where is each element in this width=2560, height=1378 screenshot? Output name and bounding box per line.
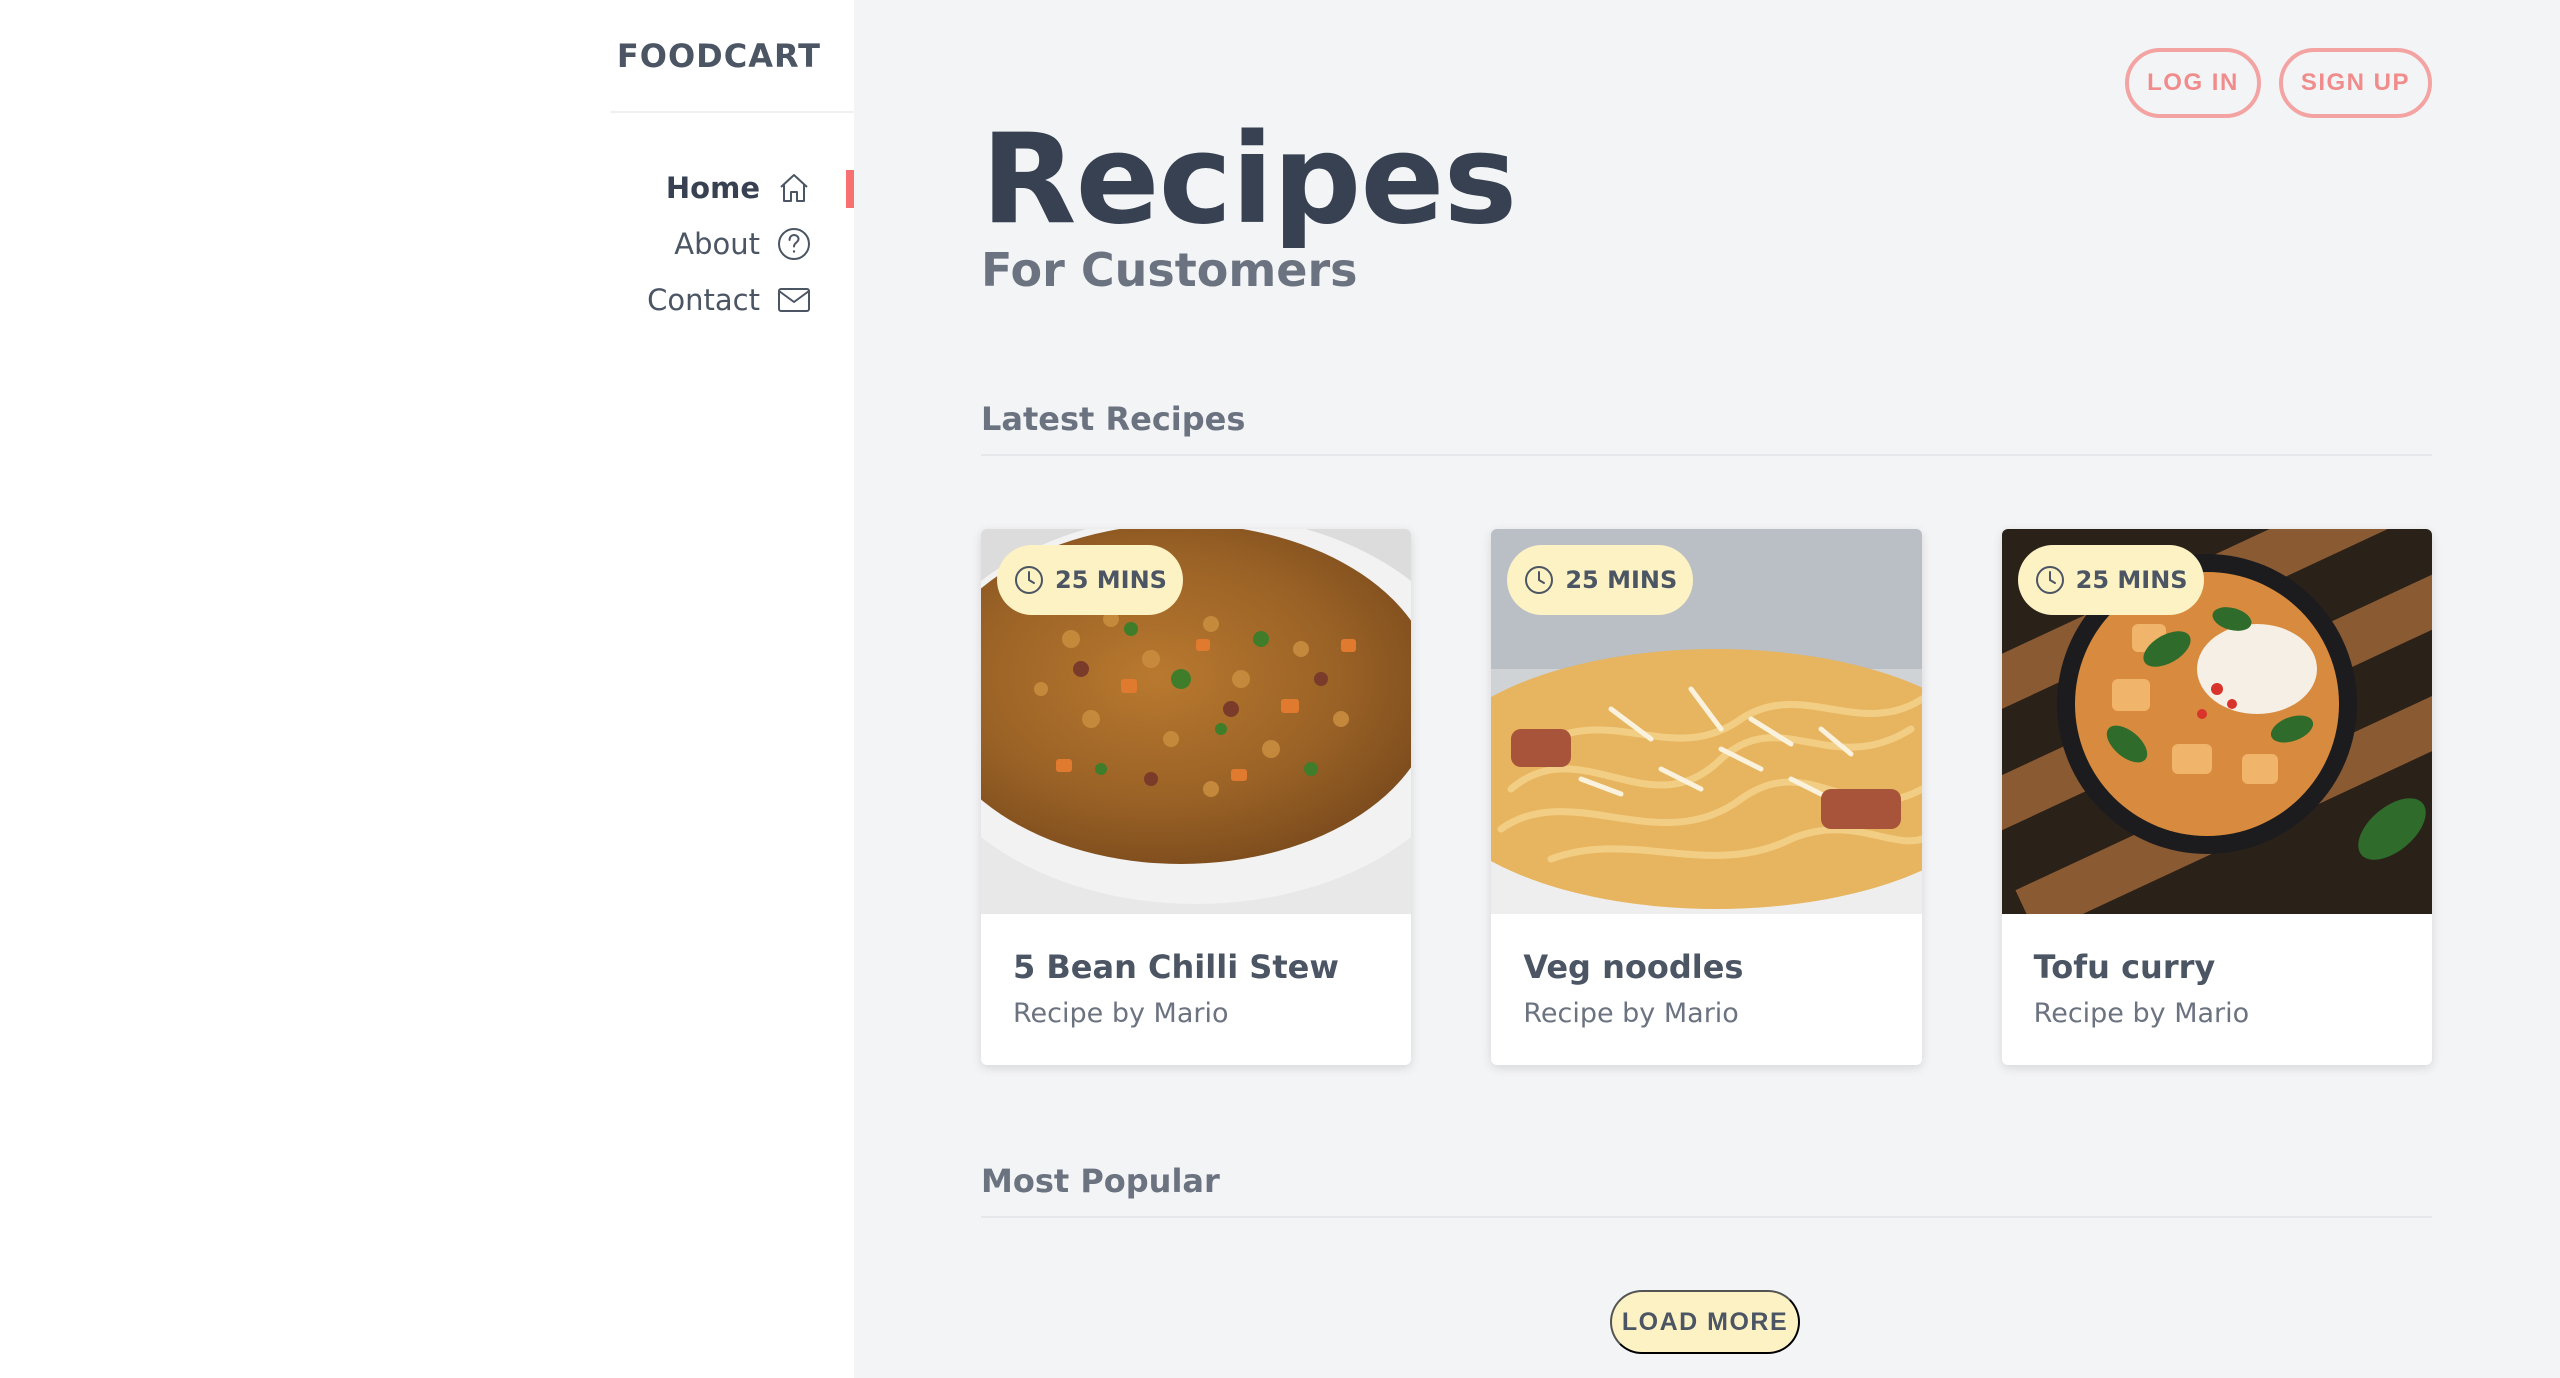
recipe-card[interactable]: 25 MINS Tofu curry Recipe by Mario: [2001, 529, 2432, 1065]
cook-time-badge: 25 MINS: [997, 545, 1183, 615]
recipe-title: Tofu curry: [2033, 948, 2216, 986]
recipe-author: Recipe by Mario: [1523, 998, 1739, 1029]
recipe-title: 5 Bean Chilli Stew: [1013, 948, 1339, 986]
nav-item-label: Contact: [647, 283, 760, 317]
auth-buttons: LOG IN SIGN UP: [2125, 48, 2432, 118]
sidebar-nav: Home About Contact: [610, 160, 854, 328]
home-icon: [776, 170, 812, 206]
nav-item-contact[interactable]: Contact: [610, 272, 854, 328]
brand-logo[interactable]: FOODCART: [610, 0, 854, 113]
clock-icon: [1525, 566, 1554, 594]
sidebar: FOODCART Home About Contact: [0, 0, 854, 1378]
clock-icon: [1015, 566, 1043, 594]
card-body: 5 Bean Chilli Stew Recipe by Mario: [981, 914, 1411, 1063]
section-heading-popular: Most Popular: [981, 1162, 2432, 1218]
recipe-card[interactable]: 25 MINS 5 Bean Chilli Stew Recipe by Mar…: [981, 529, 1412, 1065]
nav-item-home[interactable]: Home: [610, 160, 854, 216]
recipe-author: Recipe by Mario: [2033, 998, 2250, 1029]
cook-time-text: 25 MINS: [1055, 566, 1167, 594]
page: FOODCART Home About Contact LOG IN SIGN …: [0, 0, 2560, 1378]
cook-time-badge: 25 MINS: [1507, 545, 1694, 615]
nav-item-label: Home: [665, 171, 760, 205]
signup-button[interactable]: SIGN UP: [2278, 48, 2432, 118]
recipe-author: Recipe by Mario: [1013, 998, 1229, 1029]
section-heading-latest: Latest Recipes: [981, 400, 2432, 456]
card-body: Tofu curry Recipe by Mario: [2002, 914, 2432, 1063]
page-title: Recipes: [981, 108, 1517, 252]
recipe-card[interactable]: 25 MINS Veg noodles Recipe by Mario: [1491, 529, 1922, 1065]
tofu-curry-photo: 25 MINS: [2001, 529, 2432, 914]
login-button[interactable]: LOG IN: [2125, 48, 2261, 118]
mail-icon: [776, 282, 812, 318]
cook-time-text: 25 MINS: [2075, 566, 2188, 594]
nav-item-label: About: [674, 227, 760, 261]
load-more-button[interactable]: LOAD MORE: [1610, 1290, 1800, 1354]
cook-time-text: 25 MINS: [1565, 566, 1678, 594]
clock-icon: [2035, 566, 2064, 594]
page-subtitle: For Customers: [981, 243, 1358, 297]
card-body: Veg noodles Recipe by Mario: [1491, 914, 1921, 1063]
noodles-photo: 25 MINS: [1491, 529, 1922, 914]
recipe-title: Veg noodles: [1523, 948, 1744, 986]
recipe-card-list: 25 MINS 5 Bean Chilli Stew Recipe by Mar…: [981, 529, 2432, 1065]
bean-stew-photo: 25 MINS: [981, 529, 1412, 914]
nav-item-about[interactable]: About: [610, 216, 854, 272]
main-content: LOG IN SIGN UP Recipes For Customers Lat…: [854, 0, 2560, 1378]
question-circle-icon: [776, 226, 812, 262]
cook-time-badge: 25 MINS: [2017, 545, 2204, 615]
